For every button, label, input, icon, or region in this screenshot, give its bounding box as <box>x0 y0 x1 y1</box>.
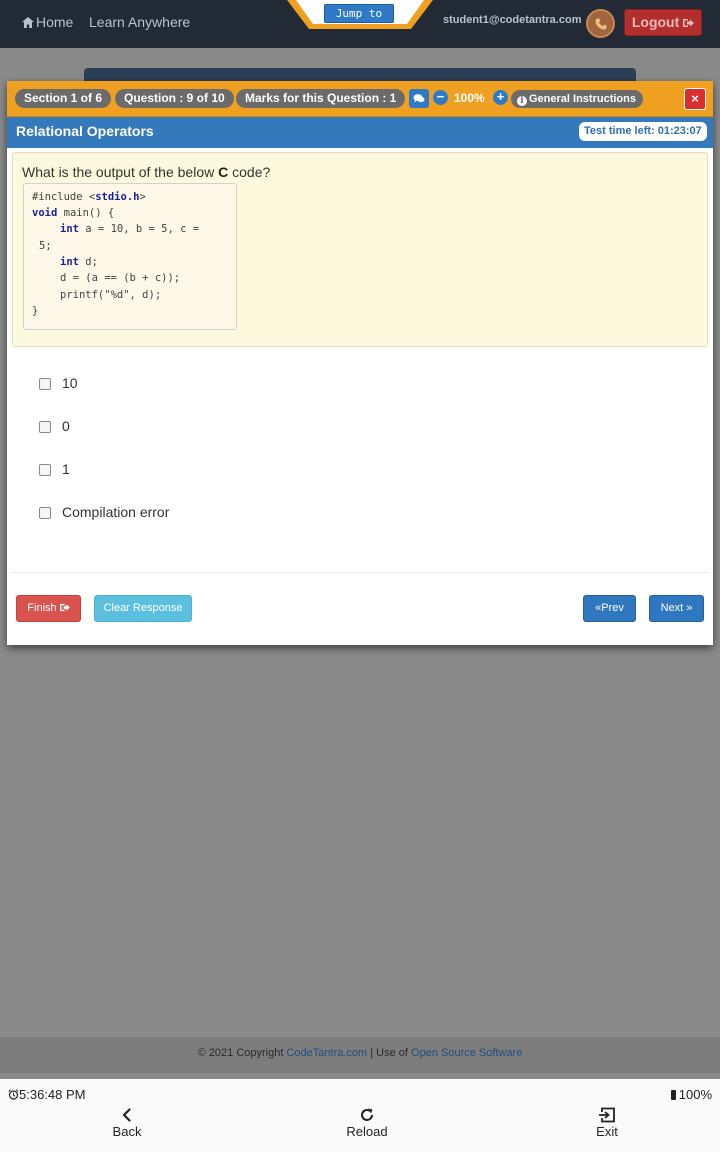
section-indicator[interactable]: Section 1 of 6 <box>15 89 112 108</box>
option-checkbox[interactable] <box>39 464 51 476</box>
open-source-link[interactable]: Open Source Software <box>411 1047 522 1059</box>
reload-button[interactable]: Reload <box>344 1107 390 1139</box>
battery-icon <box>670 1090 676 1100</box>
option-label: 1 <box>62 461 70 477</box>
clock-text: 5:36:48 PM <box>19 1087 86 1102</box>
home-icon <box>22 17 34 28</box>
exit-button[interactable]: Exit <box>590 1107 624 1139</box>
clear-response-button[interactable]: Clear Response <box>94 595 192 622</box>
option-checkbox[interactable] <box>39 378 51 390</box>
option-checkbox[interactable] <box>39 507 51 519</box>
question-indicator[interactable]: Question : 9 of 10 <box>115 89 234 108</box>
code-keyword: int <box>60 256 79 268</box>
copyright-text: © 2021 Copyright <box>197 1047 287 1059</box>
zoom-out-button[interactable]: − <box>433 90 448 105</box>
page-footer: © 2021 Copyright CodeTantra.com | Use of… <box>0 1037 720 1073</box>
question-header: Relational Operators Test time left: 01:… <box>7 117 713 148</box>
code-token: #include < <box>32 191 96 203</box>
code-token: > <box>139 191 146 203</box>
device-bar: 5:36:48 PM 100% Back Reload Exit <box>0 1079 720 1152</box>
back-label: Back <box>112 1124 142 1139</box>
code-block: #include <stdio.h> void main() { int a =… <box>23 183 237 330</box>
marks-indicator: Marks for this Question : 1 <box>236 89 406 108</box>
general-instructions-button[interactable]: i General Instructions <box>511 90 643 108</box>
code-line-7: printf("%d", d); <box>60 289 162 301</box>
chevron-left-icon <box>122 1108 131 1122</box>
sign-out-icon <box>683 19 695 27</box>
sign-out-icon <box>59 603 70 612</box>
close-button[interactable]: × <box>684 88 706 110</box>
reload-label: Reload <box>346 1124 388 1139</box>
exit-label: Exit <box>596 1124 618 1139</box>
alarm-clock-icon <box>8 1089 19 1100</box>
zoom-level: 100% <box>454 91 485 105</box>
jump-to-button[interactable]: Jump to <box>324 4 394 23</box>
user-email: student1@codetantra.com <box>443 14 582 26</box>
back-button[interactable]: Back <box>106 1107 148 1139</box>
code-line-1: #include <stdio.h> <box>32 191 146 203</box>
codetantra-link[interactable]: CodeTantra.com <box>286 1047 367 1059</box>
call-button[interactable] <box>586 9 615 38</box>
logout-label: Logout <box>631 14 680 30</box>
code-line-3: int a = 10, b = 5, c = <box>60 223 199 235</box>
code-token: a = 10, b = 5, c = <box>78 223 200 235</box>
next-label: Next <box>660 602 684 614</box>
option-label: Compilation error <box>62 504 170 520</box>
prev-button[interactable]: «Prev <box>583 595 636 622</box>
zoom-in-button[interactable]: + <box>493 90 508 105</box>
home-link[interactable]: Home <box>22 14 73 30</box>
finish-button[interactable]: Finish <box>16 595 81 622</box>
home-label: Home <box>36 14 74 30</box>
exam-toolbar: Section 1 of 6 Question : 9 of 10 Marks … <box>7 81 713 117</box>
general-instructions-label: General Instructions <box>529 93 636 105</box>
code-token: main() { <box>57 207 115 219</box>
question-text-end: code? <box>228 164 271 180</box>
code-line-5: int d; <box>60 256 98 268</box>
jump-to-tab: Jump to <box>287 0 433 30</box>
question-text: What is the output of the below C code? <box>22 164 270 180</box>
exit-icon <box>599 1107 615 1123</box>
question-text-start: What is the output of the below <box>22 164 219 180</box>
info-icon: i <box>517 96 527 106</box>
exam-window: Section 1 of 6 Question : 9 of 10 Marks … <box>7 81 713 645</box>
question-panel: What is the output of the below C code? … <box>12 152 708 347</box>
reload-icon <box>361 1108 373 1121</box>
footer-separator: | Use of <box>367 1047 412 1059</box>
code-token: d; <box>78 256 98 268</box>
code-line-8: } <box>32 305 39 317</box>
comments-icon <box>413 94 425 103</box>
battery-status: 100% <box>670 1087 712 1102</box>
option-checkbox[interactable] <box>39 421 51 433</box>
phone-icon <box>595 18 606 30</box>
code-keyword: void <box>32 207 58 219</box>
divider <box>12 572 708 573</box>
next-button[interactable]: Next » <box>649 595 704 622</box>
learn-anywhere-link[interactable]: Learn Anywhere <box>89 14 190 30</box>
code-keyword: int <box>60 223 79 235</box>
top-navbar: Home Learn Anywhere Jump to student1@cod… <box>0 0 720 48</box>
code-line-4: 5; <box>39 240 52 252</box>
question-language: C <box>218 164 229 180</box>
topic-title: Relational Operators <box>16 123 154 139</box>
chat-button[interactable] <box>409 89 429 108</box>
code-line-2: void main() { <box>32 207 114 219</box>
battery-level: 100% <box>678 1087 712 1102</box>
option-label: 10 <box>62 375 78 391</box>
prev-label: Prev <box>601 602 624 614</box>
test-timer: Test time left: 01:23:07 <box>579 122 707 141</box>
finish-label: Finish <box>27 602 57 614</box>
code-line-6: d = (a == (b + c)); <box>60 272 181 284</box>
option-label: 0 <box>62 418 70 434</box>
double-chevron-right-icon: » <box>683 602 693 614</box>
code-token: stdio.h <box>95 191 140 203</box>
status-clock: 5:36:48 PM <box>8 1087 86 1102</box>
logout-button[interactable]: Logout <box>624 9 702 36</box>
